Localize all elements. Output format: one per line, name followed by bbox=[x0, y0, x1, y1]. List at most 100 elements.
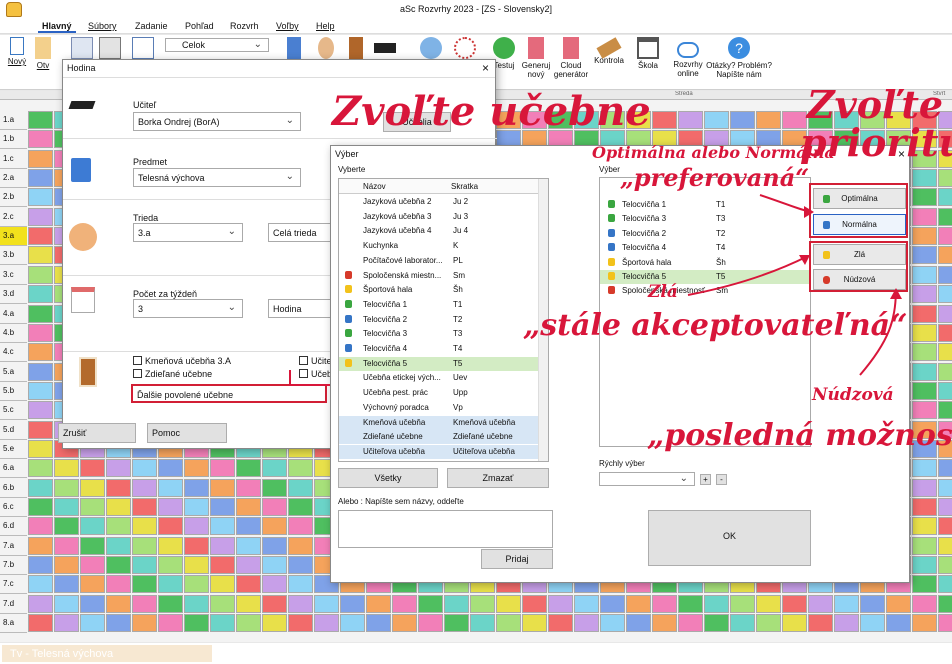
selected-item[interactable]: Telocvičňa 5 T5 bbox=[600, 270, 810, 284]
view-combo[interactable]: Celok ⌄ bbox=[165, 38, 269, 52]
lesson-cell[interactable] bbox=[912, 207, 937, 226]
lesson-cell[interactable] bbox=[548, 614, 573, 633]
lesson-cell[interactable] bbox=[912, 304, 937, 323]
lesson-cell[interactable] bbox=[28, 169, 53, 188]
list-item[interactable]: Športová hala Šh bbox=[339, 283, 548, 297]
lesson-cell[interactable] bbox=[80, 517, 105, 536]
lesson-cell[interactable] bbox=[184, 536, 209, 555]
lesson-cell[interactable] bbox=[28, 536, 53, 555]
list-item[interactable]: Jazyková učebňa 2 Ju 2 bbox=[339, 195, 548, 209]
list-item[interactable]: Spoločenská miestn... Sm bbox=[339, 269, 548, 283]
lesson-cell[interactable] bbox=[28, 594, 53, 613]
lesson-cell[interactable] bbox=[210, 536, 235, 555]
lesson-cell[interactable] bbox=[912, 188, 937, 207]
lesson-cell[interactable] bbox=[262, 575, 287, 594]
lesson-cell[interactable] bbox=[28, 343, 53, 362]
lesson-cell[interactable] bbox=[938, 362, 952, 381]
lesson-cell[interactable] bbox=[28, 556, 53, 575]
lesson-cell[interactable] bbox=[288, 594, 313, 613]
teachers-button[interactable] bbox=[316, 37, 336, 61]
lesson-cell[interactable] bbox=[444, 594, 469, 613]
lesson-cell[interactable] bbox=[938, 304, 952, 323]
lesson-cell[interactable] bbox=[262, 517, 287, 536]
lesson-cell[interactable] bbox=[184, 575, 209, 594]
list-item[interactable]: Telocvičňa 3 T3 bbox=[339, 327, 548, 341]
lesson-cell[interactable] bbox=[106, 614, 131, 633]
class-combo[interactable]: 3.a ⌄ bbox=[133, 223, 243, 242]
lesson-cell[interactable] bbox=[574, 594, 599, 613]
open-button[interactable]: Otv bbox=[34, 37, 52, 70]
lesson-cell[interactable] bbox=[28, 420, 53, 439]
lesson-cell[interactable] bbox=[236, 594, 261, 613]
teacher-room-checkbox[interactable]: Učiteľ bbox=[299, 356, 334, 366]
list-item[interactable]: Telocvičňa 2 T2 bbox=[339, 313, 548, 327]
lesson-cell[interactable] bbox=[912, 401, 937, 420]
lesson-cell[interactable] bbox=[28, 362, 53, 381]
lesson-cell[interactable] bbox=[28, 130, 53, 149]
lesson-cell[interactable] bbox=[522, 614, 547, 633]
selected-item[interactable]: Telocvičňa 1 T1 bbox=[600, 198, 810, 212]
lesson-cell[interactable] bbox=[54, 594, 79, 613]
ok-button[interactable]: OK bbox=[648, 510, 811, 566]
lesson-cell[interactable] bbox=[782, 594, 807, 613]
home-room-checkbox[interactable]: Kmeňová učebňa 3.A bbox=[133, 356, 231, 366]
lesson-cell[interactable] bbox=[938, 478, 952, 497]
lesson-cell[interactable] bbox=[28, 401, 53, 420]
selected-item[interactable]: Telocvičňa 4 T4 bbox=[600, 241, 810, 255]
lesson-cell[interactable] bbox=[678, 594, 703, 613]
lesson-cell[interactable] bbox=[210, 498, 235, 516]
list-item[interactable]: Učiteľova učebňa Učiteľova učebňa bbox=[339, 444, 548, 459]
lesson-cell[interactable] bbox=[28, 517, 53, 536]
lesson-cell[interactable] bbox=[132, 594, 157, 613]
close-icon[interactable]: × bbox=[482, 61, 489, 75]
lesson-cell[interactable] bbox=[54, 575, 79, 594]
lesson-cell[interactable] bbox=[28, 207, 53, 226]
lesson-cell[interactable] bbox=[912, 594, 937, 613]
group-combo[interactable]: Celá trieda bbox=[268, 223, 330, 242]
lesson-cell[interactable] bbox=[184, 478, 209, 497]
unit-combo[interactable]: Hodina bbox=[268, 299, 330, 318]
lesson-cell[interactable] bbox=[522, 594, 547, 613]
lesson-cell[interactable] bbox=[470, 614, 495, 633]
lesson-cell[interactable] bbox=[938, 517, 952, 536]
list-item[interactable]: Zdieľané učebne Zdieľané učebne bbox=[339, 430, 548, 445]
lesson-cell[interactable] bbox=[288, 478, 313, 497]
lesson-cell[interactable] bbox=[912, 556, 937, 575]
lesson-cell[interactable] bbox=[28, 265, 53, 284]
lesson-cell[interactable] bbox=[184, 594, 209, 613]
lesson-cell[interactable] bbox=[54, 556, 79, 575]
lesson-cell[interactable] bbox=[158, 498, 183, 516]
lesson-cell[interactable] bbox=[132, 614, 157, 633]
lesson-cell[interactable] bbox=[496, 594, 521, 613]
lesson-cell[interactable] bbox=[834, 614, 859, 633]
lesson-cell[interactable] bbox=[938, 265, 952, 284]
lesson-cell[interactable] bbox=[106, 594, 131, 613]
generate-button[interactable]: Generuj nový bbox=[520, 37, 552, 79]
preview-button[interactable] bbox=[132, 37, 154, 61]
lesson-cell[interactable] bbox=[886, 614, 911, 633]
lesson-cell[interactable] bbox=[132, 498, 157, 516]
lesson-cell[interactable] bbox=[184, 459, 209, 478]
lesson-cell[interactable] bbox=[262, 594, 287, 613]
lesson-cell[interactable] bbox=[938, 169, 952, 188]
lesson-cell[interactable] bbox=[158, 478, 183, 497]
other-rooms-field[interactable]: Ďalšie povolené učebne bbox=[131, 384, 327, 403]
list-item[interactable]: Jazyková učebňa 4 Ju 4 bbox=[339, 224, 548, 238]
lesson-cell[interactable] bbox=[158, 536, 183, 555]
list-item[interactable]: Učebňa pest. prác Upp bbox=[339, 386, 548, 400]
rooms-button[interactable] bbox=[346, 37, 366, 61]
lesson-cell[interactable] bbox=[938, 285, 952, 304]
lesson-cell[interactable] bbox=[54, 614, 79, 633]
lesson-cell[interactable] bbox=[184, 498, 209, 516]
selected-item[interactable]: Telocvičňa 3 T3 bbox=[600, 212, 810, 226]
lesson-cell[interactable] bbox=[418, 594, 443, 613]
lesson-cell[interactable] bbox=[132, 536, 157, 555]
lesson-cell[interactable] bbox=[938, 459, 952, 478]
classes-button[interactable] bbox=[374, 37, 396, 55]
menu-help[interactable]: Help bbox=[316, 21, 335, 31]
menu-hlavny[interactable]: Hlavný bbox=[38, 19, 76, 33]
lesson-cell[interactable] bbox=[366, 614, 391, 633]
lesson-cell[interactable] bbox=[912, 227, 937, 246]
lesson-cell[interactable] bbox=[28, 285, 53, 304]
selected-item[interactable]: Športová hala Šh bbox=[600, 256, 810, 270]
